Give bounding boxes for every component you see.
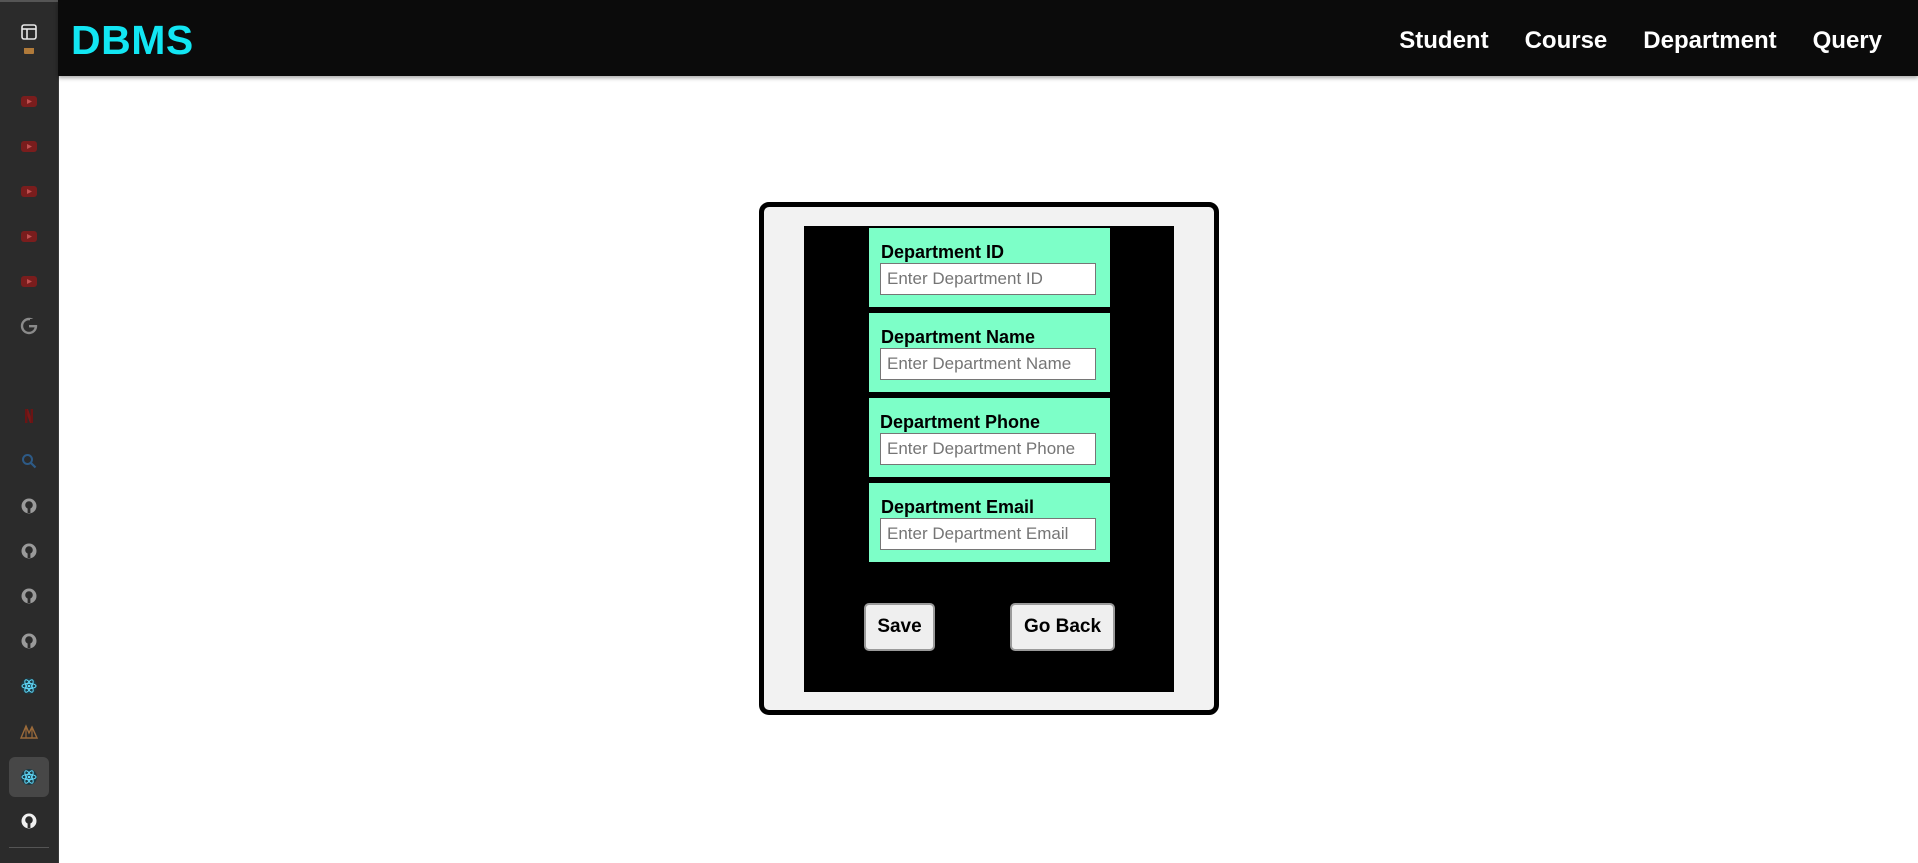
- nav-link-student[interactable]: Student: [1399, 26, 1488, 56]
- department-phone-label: Department Phone: [880, 412, 1041, 432]
- brand-logo[interactable]: DBMS: [71, 18, 194, 62]
- sidebar-top-line: [0, 0, 58, 2]
- react-icon[interactable]: [17, 765, 41, 789]
- youtube-icon[interactable]: [17, 89, 41, 113]
- github-icon[interactable]: [17, 494, 41, 518]
- nav-link-query[interactable]: Query: [1813, 26, 1882, 56]
- department-email-input[interactable]: [880, 518, 1096, 550]
- department-id-label: Department ID: [881, 242, 1005, 262]
- github-icon[interactable]: [17, 584, 41, 608]
- react-icon[interactable]: [17, 674, 41, 698]
- department-form: Department ID Department Name Department…: [804, 226, 1174, 692]
- search-icon[interactable]: [17, 449, 41, 473]
- sidebar-divider: [9, 847, 49, 848]
- browser-tab-sidebar: [0, 0, 59, 863]
- navbar: DBMS Student Course Department Query: [58, 0, 1918, 76]
- github-icon[interactable]: [17, 539, 41, 563]
- github-icon[interactable]: [17, 809, 41, 833]
- github-icon[interactable]: [17, 629, 41, 653]
- nav-links: Student Course Department Query: [1399, 26, 1882, 56]
- tab-favicon-icon[interactable]: [17, 48, 41, 62]
- go-back-button[interactable]: Go Back: [1010, 603, 1115, 651]
- panel-icon[interactable]: [17, 20, 41, 44]
- netflix-icon[interactable]: [17, 404, 41, 428]
- save-button[interactable]: Save: [864, 603, 935, 651]
- department-form-card: Department ID Department Name Department…: [759, 202, 1219, 715]
- youtube-icon[interactable]: [17, 179, 41, 203]
- nav-link-course[interactable]: Course: [1525, 26, 1608, 56]
- department-name-group: Department Name: [869, 313, 1110, 392]
- department-name-label: Department Name: [881, 327, 1036, 347]
- department-phone-input[interactable]: [880, 433, 1096, 465]
- youtube-icon[interactable]: [17, 269, 41, 293]
- department-phone-group: Department Phone: [869, 398, 1110, 477]
- department-id-input[interactable]: [880, 263, 1096, 295]
- mountain-icon[interactable]: [17, 719, 41, 743]
- youtube-icon[interactable]: [17, 224, 41, 248]
- nav-link-department[interactable]: Department: [1643, 26, 1776, 56]
- department-email-group: Department Email: [869, 483, 1110, 562]
- department-email-label: Department Email: [881, 497, 1035, 517]
- department-name-input[interactable]: [880, 348, 1096, 380]
- google-icon[interactable]: [17, 314, 41, 338]
- department-id-group: Department ID: [869, 228, 1110, 307]
- youtube-icon[interactable]: [17, 134, 41, 158]
